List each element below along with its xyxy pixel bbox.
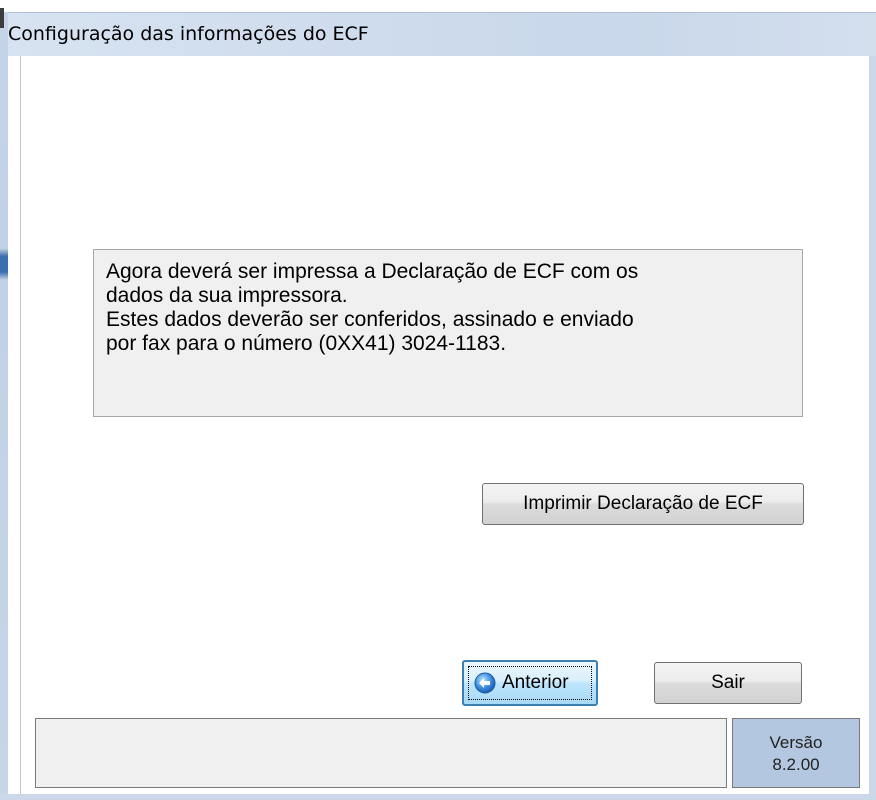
previous-button-label: Anterior: [502, 672, 569, 693]
message-line: Agora deverá ser impressa a Declaração d…: [106, 260, 639, 283]
dialog-window: Configuração das informações do ECF Agor…: [0, 0, 876, 800]
message-line: dados da sua impressora.: [106, 284, 348, 307]
message-line: por fax para o número (0XX41) 3024-1183.: [106, 332, 507, 355]
back-arrow-icon: [474, 672, 496, 694]
exit-button[interactable]: Sair: [654, 662, 802, 704]
title-bar[interactable]: Configuração das informações do ECF: [8, 12, 876, 56]
previous-button[interactable]: Anterior: [462, 660, 598, 706]
version-label: Versão: [769, 733, 823, 752]
print-declaration-button[interactable]: Imprimir Declaração de ECF: [482, 483, 804, 525]
window-frame-right: [869, 56, 876, 800]
version-panel: Versão 8.2.00: [732, 718, 860, 788]
message-line: Estes dados deverão ser conferidos, assi…: [106, 308, 634, 331]
window-frame-left: [0, 12, 8, 800]
message-box: Agora deverá ser impressa a Declaração d…: [93, 249, 803, 417]
window-frame-bottom: [0, 794, 876, 800]
version-number: 8.2.00: [772, 755, 820, 774]
window-title: Configuração das informações do ECF: [8, 23, 369, 45]
status-panel: [35, 718, 727, 788]
window-frame-corner: [0, 8, 4, 28]
